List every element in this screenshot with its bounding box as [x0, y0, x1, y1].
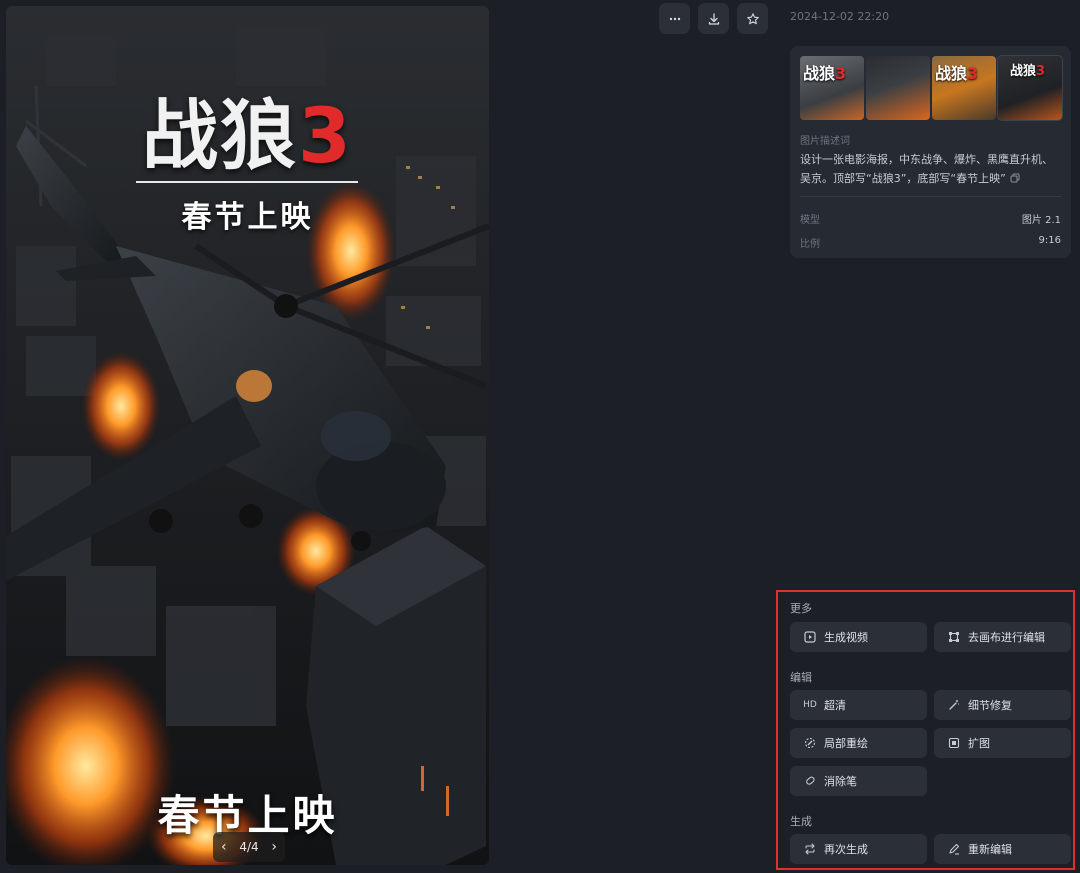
- section-edit-label: 编辑: [790, 671, 812, 684]
- more-horizontal-icon: [669, 17, 680, 20]
- chevron-left-icon[interactable]: ‹: [221, 839, 227, 855]
- poster-title-number: 3: [298, 91, 353, 180]
- actions-panel: 更多 生成视频 去画布进行编辑 编辑 HD 超清 细节修复 局部重绘 扩图 消除…: [776, 590, 1075, 870]
- regenerate-label: 再次生成: [824, 843, 868, 856]
- image-toolbar: [659, 3, 768, 34]
- outpaint-button[interactable]: 扩图: [934, 728, 1071, 758]
- pencil-icon: [947, 842, 961, 856]
- regenerate-button[interactable]: 再次生成: [790, 834, 927, 864]
- generate-video-label: 生成视频: [824, 631, 868, 644]
- expand-icon: [947, 736, 961, 750]
- star-icon: [746, 12, 759, 24]
- ratio-value: 9:16: [1038, 235, 1061, 246]
- thumbnail-3[interactable]: 战狼3: [932, 56, 996, 120]
- poster-title: 战狼3: [142, 91, 353, 180]
- poster-subtitle-top: 春节上映: [181, 200, 314, 235]
- eraser-button[interactable]: 消除笔: [790, 766, 927, 796]
- eraser-icon: [803, 774, 817, 788]
- detail-fix-label: 细节修复: [968, 699, 1012, 712]
- inpaint-button[interactable]: 局部重绘: [790, 728, 927, 758]
- detail-fix-button[interactable]: 细节修复: [934, 690, 1071, 720]
- reedit-label: 重新编辑: [968, 843, 1012, 856]
- upscale-label: 超清: [824, 699, 846, 712]
- video-play-icon: [803, 630, 817, 644]
- image-info-card: 战狼3 战狼3 战狼3 图片描述词 设计一张电影海报，中东战争、爆炸、黑鹰直升机…: [790, 46, 1071, 258]
- model-value: 图片 2.1: [1021, 215, 1061, 226]
- model-row: 模型 图片 2.1: [800, 211, 1061, 226]
- repeat-icon: [803, 842, 817, 856]
- generate-video-button[interactable]: 生成视频: [790, 622, 927, 652]
- inpaint-label: 局部重绘: [824, 737, 868, 750]
- generation-timestamp: 2024-12-02 22:20: [790, 10, 890, 23]
- section-generate-label: 生成: [790, 815, 812, 828]
- download-button[interactable]: [698, 3, 729, 34]
- ratio-row: 比例 9:16: [800, 235, 1061, 250]
- ratio-label: 比例: [800, 239, 820, 250]
- model-label: 模型: [800, 215, 820, 226]
- chevron-right-icon[interactable]: ›: [271, 839, 277, 855]
- reedit-button[interactable]: 重新编辑: [934, 834, 1071, 864]
- main-image[interactable]: 战狼3 春节上映 春节上映 ‹ 4/4 ›: [6, 6, 489, 865]
- pager-count: 4/4: [239, 840, 259, 854]
- thumbnail-label: 战狼3: [803, 64, 847, 83]
- canvas-edit-label: 去画布进行编辑: [968, 631, 1045, 644]
- image-pager: ‹ 4/4 ›: [213, 832, 285, 862]
- more-button[interactable]: [659, 3, 690, 34]
- thumbnail-label: 战狼3: [935, 64, 979, 83]
- upscale-button[interactable]: HD 超清: [790, 690, 927, 720]
- brush-icon: [803, 736, 817, 750]
- canvas-edit-button[interactable]: 去画布进行编辑: [934, 622, 1071, 652]
- thumbnail-4[interactable]: 战狼3: [997, 55, 1063, 121]
- thumbnail-label: 战狼3: [1010, 64, 1046, 79]
- image-detail-view: 战狼3 春节上映 春节上映 ‹ 4/4 › 2024-12-02 22:20 战…: [0, 0, 1080, 873]
- outpaint-label: 扩图: [968, 737, 990, 750]
- card-divider: [800, 196, 1061, 197]
- eraser-label: 消除笔: [824, 775, 857, 788]
- hd-icon: HD: [803, 700, 817, 710]
- magic-wand-icon: [947, 698, 961, 712]
- copy-icon[interactable]: [1010, 173, 1020, 183]
- canvas-icon: [947, 630, 961, 644]
- description-label: 图片描述词: [800, 136, 850, 147]
- download-icon: [708, 12, 719, 25]
- thumbnail-strip: 战狼3 战狼3 战狼3: [800, 55, 1063, 121]
- favorite-button[interactable]: [737, 3, 768, 34]
- thumbnail-2[interactable]: [866, 56, 930, 120]
- thumbnail-1[interactable]: 战狼3: [800, 56, 864, 120]
- description-text: 设计一张电影海报，中东战争、爆炸、黑鹰直升机、吴京。顶部写“战狼3”，底部写“春…: [800, 153, 1053, 185]
- section-more-label: 更多: [790, 602, 812, 615]
- poster-divider: [136, 181, 358, 183]
